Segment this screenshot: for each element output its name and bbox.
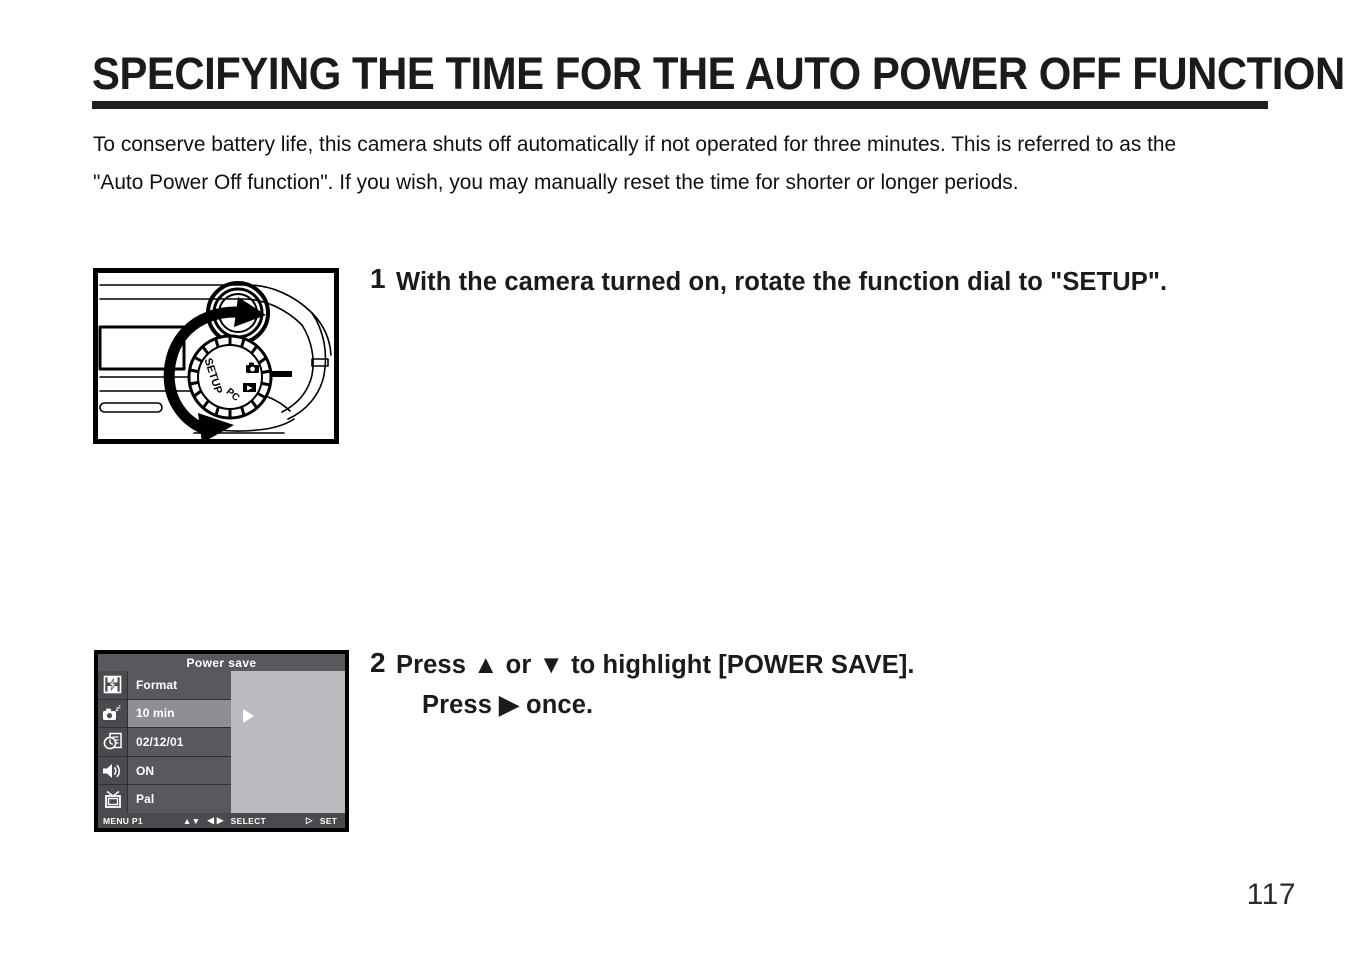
lcd-menu-value-power-save: 10 min xyxy=(136,706,175,721)
power-save-icon: z z xyxy=(98,699,128,728)
lcd-menu-item-date[interactable]: 02/12/01 xyxy=(98,728,231,757)
lcd-menu-value-date: 02/12/01 xyxy=(136,734,184,749)
lcd-menu-value-sound: ON xyxy=(136,763,155,778)
leftright-arrows-icon: ◀ ▶ xyxy=(207,815,224,825)
lcd-menu-list: Format z z 10 min 02/12/01 ON Pal xyxy=(98,671,231,813)
camera-dial-illustration: SETUP PC xyxy=(98,281,332,439)
step-2-line-1: Press ▲ or ▼ to highlight [POWER SAVE]. xyxy=(396,651,915,679)
format-card-icon xyxy=(98,671,128,699)
page-number: 117 xyxy=(1246,878,1296,911)
lcd-menu-value-format: Format xyxy=(136,677,178,692)
step-2-number: 2 xyxy=(370,647,386,678)
right-triangle-icon xyxy=(243,709,254,723)
lcd-right-panel xyxy=(231,671,345,813)
lcd-menu-value-video-output: Pal xyxy=(136,792,155,807)
step-1-text: With the camera turned on, rotate the fu… xyxy=(396,268,1168,296)
mode-dial-icon: SETUP PC xyxy=(187,334,273,420)
tv-output-icon xyxy=(98,785,128,813)
title-rule xyxy=(92,101,1268,109)
step-2-text: Press ▲ or ▼ to highlight [POWER SAVE]. … xyxy=(396,645,915,725)
step-1-number: 1 xyxy=(370,263,386,294)
lcd-screen: Power save Format z z 10 min 02/12/01 ON… xyxy=(98,654,345,828)
lcd-menu-item-sound[interactable]: ON xyxy=(98,756,231,786)
lcd-menu-item-power-save[interactable]: z z 10 min xyxy=(98,699,231,729)
lcd-menu-item-format[interactable]: Format xyxy=(98,671,231,700)
status-select-label: SELECT xyxy=(230,815,267,826)
dial-playback-icon xyxy=(243,383,256,392)
lcd-menu-figure: Power save Format z z 10 min 02/12/01 ON… xyxy=(94,650,349,832)
svg-text:z: z xyxy=(118,704,121,710)
status-set-label: SET xyxy=(319,815,338,826)
intro-paragraph: To conserve battery life, this camera sh… xyxy=(93,132,1177,194)
camera-dial-figure: SETUP PC xyxy=(93,268,339,444)
status-menu-page: MENU P1 xyxy=(103,815,143,826)
camera-button-mark xyxy=(270,371,292,377)
lcd-body: Format z z 10 min 02/12/01 ON Pal xyxy=(98,671,345,813)
lcd-menu-item-video-output[interactable]: Pal xyxy=(98,785,231,813)
lcd-status-bar: MENU P1 ▲▼ ◀ ▶ SELECT ▷ SET xyxy=(98,813,345,828)
lcd-title: Power save xyxy=(98,654,345,671)
speaker-sound-icon xyxy=(98,756,128,785)
updown-arrows-icon: ▲▼ xyxy=(182,815,201,826)
page-title: SPECIFYING THE TIME FOR THE AUTO POWER O… xyxy=(92,48,1345,99)
date-time-icon xyxy=(98,728,128,756)
set-arrow-icon: ▷ xyxy=(306,815,313,825)
step-2-line-2: Press ▶ once. xyxy=(422,691,594,719)
